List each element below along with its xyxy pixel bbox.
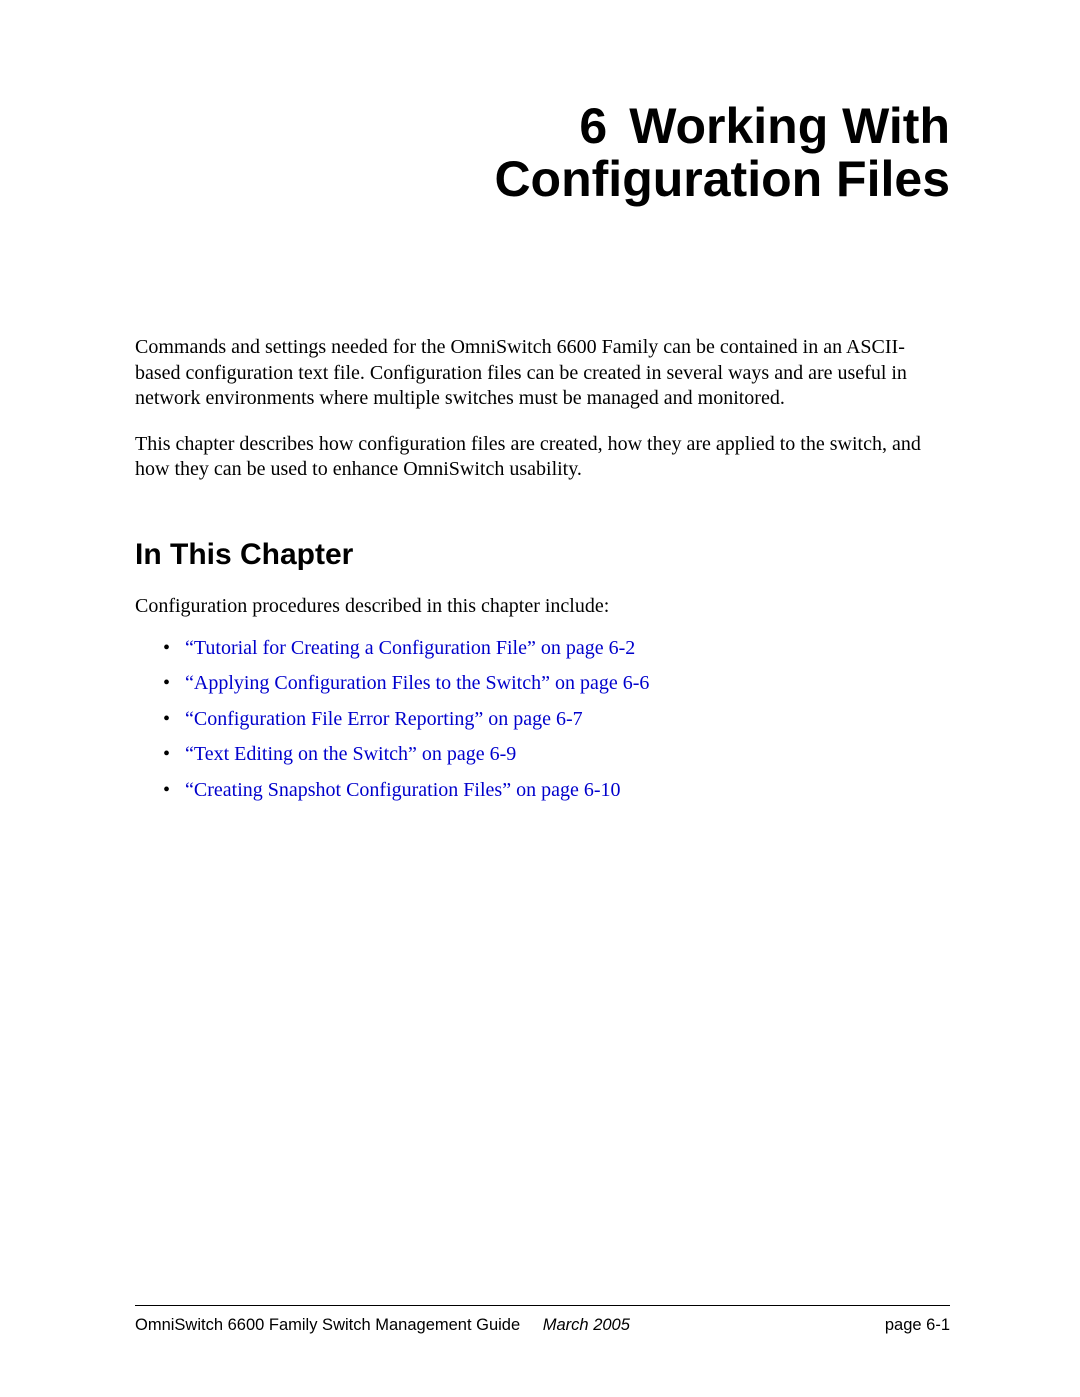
- xref-link[interactable]: “Creating Snapshot Configuration Files” …: [185, 779, 620, 801]
- xref-link[interactable]: “Text Editing on the Switch” on page 6-9: [185, 743, 516, 765]
- footer-left: OmniSwitch 6600 Family Switch Management…: [135, 1316, 630, 1335]
- bullet-icon: •: [163, 742, 170, 768]
- xref-link[interactable]: “Configuration File Error Reporting” on …: [185, 708, 583, 730]
- list-item: • “Tutorial for Creating a Configuration…: [135, 636, 950, 662]
- footer-date: March 2005: [543, 1316, 630, 1334]
- document-page: 6 Working With Configuration Files Comman…: [0, 0, 1080, 1397]
- list-item: • “Configuration File Error Reporting” o…: [135, 707, 950, 733]
- footer-page-number: page 6-1: [885, 1316, 950, 1335]
- chapter-title-line1: Working With: [629, 98, 950, 154]
- chapter-title-line2: Configuration Files: [494, 151, 950, 207]
- bullet-icon: •: [163, 778, 170, 804]
- intro-paragraph-1: Commands and settings needed for the Omn…: [135, 335, 950, 412]
- chapter-title: 6 Working With Configuration Files: [135, 100, 950, 205]
- list-item: • “Applying Configuration Files to the S…: [135, 671, 950, 697]
- list-item: • “Creating Snapshot Configuration Files…: [135, 778, 950, 804]
- bullet-icon: •: [163, 707, 170, 733]
- chapter-number: 6: [579, 98, 607, 154]
- footer-guide-title: OmniSwitch 6600 Family Switch Management…: [135, 1316, 520, 1334]
- intro-paragraph-2: This chapter describes how configuration…: [135, 432, 950, 483]
- bullet-icon: •: [163, 671, 170, 697]
- section-heading: In This Chapter: [135, 538, 950, 572]
- list-item: • “Text Editing on the Switch” on page 6…: [135, 742, 950, 768]
- section-lead: Configuration procedures described in th…: [135, 594, 950, 620]
- xref-link[interactable]: “Applying Configuration Files to the Swi…: [185, 672, 649, 694]
- bullet-icon: •: [163, 636, 170, 662]
- page-footer: OmniSwitch 6600 Family Switch Management…: [135, 1305, 950, 1335]
- xref-link[interactable]: “Tutorial for Creating a Configuration F…: [185, 637, 635, 659]
- xref-list: • “Tutorial for Creating a Configuration…: [135, 636, 950, 804]
